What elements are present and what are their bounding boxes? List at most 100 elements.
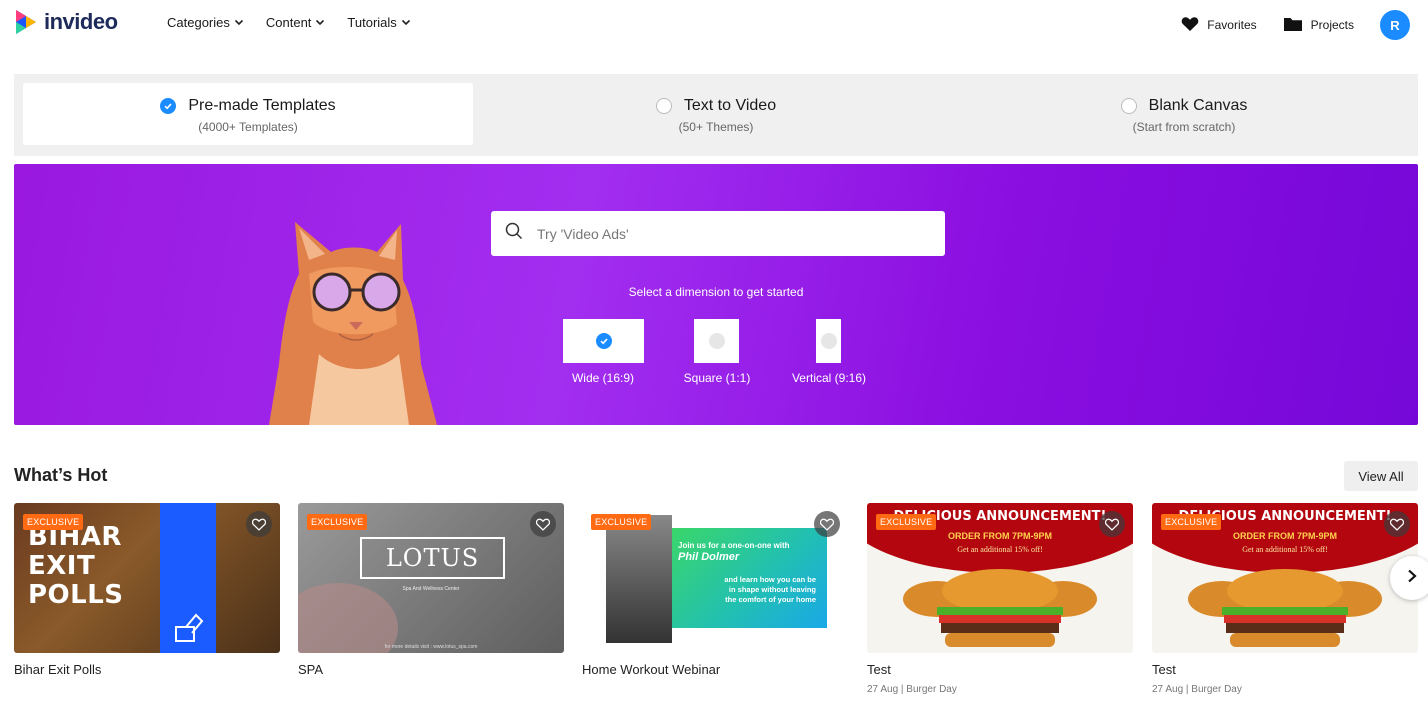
- chevron-right-icon: [1406, 569, 1418, 588]
- nav-categories[interactable]: Categories: [167, 15, 244, 30]
- thumbnail-text: Join us for a one-on-one with: [678, 541, 790, 550]
- view-all-button[interactable]: View All: [1344, 461, 1418, 491]
- template-card[interactable]: LOTUS Spa And Wellness Center for more d…: [298, 503, 564, 677]
- user-avatar[interactable]: R: [1380, 10, 1410, 40]
- favorites-label: Favorites: [1207, 18, 1257, 32]
- thumbnail-photo: [606, 515, 672, 643]
- template-title: Test: [1152, 662, 1176, 677]
- template-search-bar[interactable]: [491, 211, 945, 256]
- mode-subtitle: (Start from scratch): [1132, 120, 1236, 134]
- template-thumbnail[interactable]: BIHAR EXIT POLLS EXCLUSIVE: [14, 503, 280, 653]
- search-icon: [505, 222, 523, 245]
- favorite-heart-icon[interactable]: [814, 511, 840, 537]
- radio-icon: [708, 333, 725, 349]
- nav-content-label: Content: [265, 15, 312, 30]
- heart-icon: [1181, 16, 1199, 35]
- dimension-vertical-label: Vertical (9:16): [791, 371, 867, 385]
- dimension-vertical[interactable]: Vertical (9:16): [792, 319, 866, 385]
- favorite-heart-icon[interactable]: [1099, 511, 1125, 537]
- ballot-hand-icon: [172, 611, 206, 650]
- nav-content[interactable]: Content: [266, 15, 326, 30]
- template-thumbnail[interactable]: DELICIOUS ANNOUNCEMENT! ORDER FROM 7PM-9…: [1152, 503, 1418, 653]
- template-meta: 27 Aug | Burger Day: [867, 684, 957, 695]
- template-meta: 27 Aug | Burger Day: [1152, 684, 1242, 695]
- checkmark-icon: [595, 333, 612, 349]
- template-thumbnail[interactable]: Join us for a one-on-one with Phil Dolme…: [582, 503, 848, 653]
- carousel-next-button[interactable]: [1390, 556, 1428, 600]
- creation-mode-bar: Pre-made Templates (4000+ Templates) Tex…: [14, 74, 1418, 156]
- template-card[interactable]: BIHAR EXIT POLLS EXCLUSIVE Bihar Exit Po…: [14, 503, 280, 677]
- favorite-heart-icon[interactable]: [246, 511, 272, 537]
- mode-title: Blank Canvas: [1148, 97, 1248, 114]
- radio-icon: [655, 98, 672, 114]
- exclusive-badge: EXCLUSIVE: [23, 514, 84, 530]
- nav-categories-label: Categories: [167, 15, 230, 30]
- thumbnail-body: and learn how you can be in shape withou…: [724, 575, 816, 604]
- dimension-wide[interactable]: Wide (16:9): [563, 319, 644, 385]
- search-input[interactable]: [537, 225, 917, 242]
- mode-premade-templates[interactable]: Pre-made Templates (4000+ Templates): [23, 83, 473, 145]
- projects-link[interactable]: Projects: [1283, 16, 1354, 35]
- thumbnail-name: Phil Dolmer: [678, 551, 740, 563]
- favorites-link[interactable]: Favorites: [1181, 16, 1257, 35]
- exclusive-badge: EXCLUSIVE: [307, 514, 368, 530]
- template-thumbnail[interactable]: LOTUS Spa And Wellness Center for more d…: [298, 503, 564, 653]
- projects-label: Projects: [1310, 18, 1354, 32]
- template-card[interactable]: DELICIOUS ANNOUNCEMENT! ORDER FROM 7PM-9…: [867, 503, 1133, 695]
- template-title: Home Workout Webinar: [582, 662, 721, 677]
- invideo-logo-icon: [16, 10, 36, 34]
- checkmark-icon: [160, 98, 177, 114]
- thumbnail-order: ORDER FROM 7PM-9PM: [947, 531, 1052, 541]
- template-title: SPA: [298, 662, 324, 677]
- radio-icon: [1120, 98, 1137, 114]
- nav-tutorials-label: Tutorials: [347, 15, 397, 30]
- dimension-square[interactable]: Square (1:1): [684, 319, 750, 385]
- mode-title: Text to Video: [683, 97, 777, 114]
- burger-image: [903, 569, 1097, 647]
- thumbnail-offer: Get an additional 15% off!: [957, 545, 1043, 554]
- thumbnail-decoration: [298, 583, 398, 653]
- chevron-down-icon: [315, 15, 325, 30]
- folder-icon: [1283, 16, 1303, 35]
- thumbnail-offer: Get an additional 15% off!: [1242, 545, 1328, 554]
- template-card[interactable]: Join us for a one-on-one with Phil Dolme…: [582, 503, 848, 677]
- cat-with-sunglasses-image: [269, 222, 437, 425]
- template-title: Bihar Exit Polls: [14, 662, 102, 677]
- dimension-wide-label: Wide (16:9): [571, 371, 635, 385]
- radio-icon: [820, 333, 837, 349]
- thumbnail-text: BIHAR EXIT POLLS: [28, 522, 124, 610]
- thumbnail-footer: for more details visit : www.lotus_spa.c…: [384, 644, 478, 650]
- dimension-wide-box[interactable]: [563, 319, 644, 363]
- logo-text: invideo: [44, 9, 118, 34]
- favorite-heart-icon[interactable]: [1384, 511, 1410, 537]
- hero-banner: Select a dimension to get started Wide (…: [14, 164, 1418, 425]
- dimension-prompt: Select a dimension to get started: [628, 285, 804, 299]
- mode-subtitle: (50+ Themes): [678, 120, 754, 134]
- template-title: Test: [867, 662, 891, 677]
- dimension-vertical-box[interactable]: [816, 319, 841, 363]
- chevron-down-icon: [234, 15, 244, 30]
- dimension-square-box[interactable]: [694, 319, 739, 363]
- exclusive-badge: EXCLUSIVE: [591, 514, 652, 530]
- nav-tutorials[interactable]: Tutorials: [347, 15, 410, 30]
- mode-subtitle: (4000+ Templates): [198, 120, 298, 134]
- thumbnail-order: ORDER FROM 7PM-9PM: [1232, 531, 1337, 541]
- nav-menu: Categories Content Tutorials: [167, 15, 411, 30]
- template-card[interactable]: DELICIOUS ANNOUNCEMENT! ORDER FROM 7PM-9…: [1152, 503, 1418, 695]
- template-thumbnail[interactable]: DELICIOUS ANNOUNCEMENT! ORDER FROM 7PM-9…: [867, 503, 1133, 653]
- dimension-square-label: Square (1:1): [683, 371, 751, 385]
- thumbnail-text: LOTUS: [360, 537, 505, 579]
- exclusive-badge: EXCLUSIVE: [876, 514, 937, 530]
- exclusive-badge: EXCLUSIVE: [1161, 514, 1222, 530]
- whats-hot-title: What’s Hot: [14, 465, 108, 485]
- mode-blank-canvas[interactable]: Blank Canvas (Start from scratch): [959, 83, 1409, 145]
- mode-title: Pre-made Templates: [188, 97, 336, 114]
- burger-image: [1188, 569, 1382, 647]
- mode-text-to-video[interactable]: Text to Video (50+ Themes): [491, 83, 941, 145]
- thumbnail-subtext: Spa And Wellness Center: [402, 586, 460, 592]
- top-navigation: invideo Categories Content Tutorials Fav…: [0, 0, 1428, 48]
- invideo-logo[interactable]: invideo: [14, 8, 118, 36]
- nav-right: Favorites Projects R: [1181, 10, 1410, 40]
- chevron-down-icon: [401, 15, 411, 30]
- favorite-heart-icon[interactable]: [530, 511, 556, 537]
